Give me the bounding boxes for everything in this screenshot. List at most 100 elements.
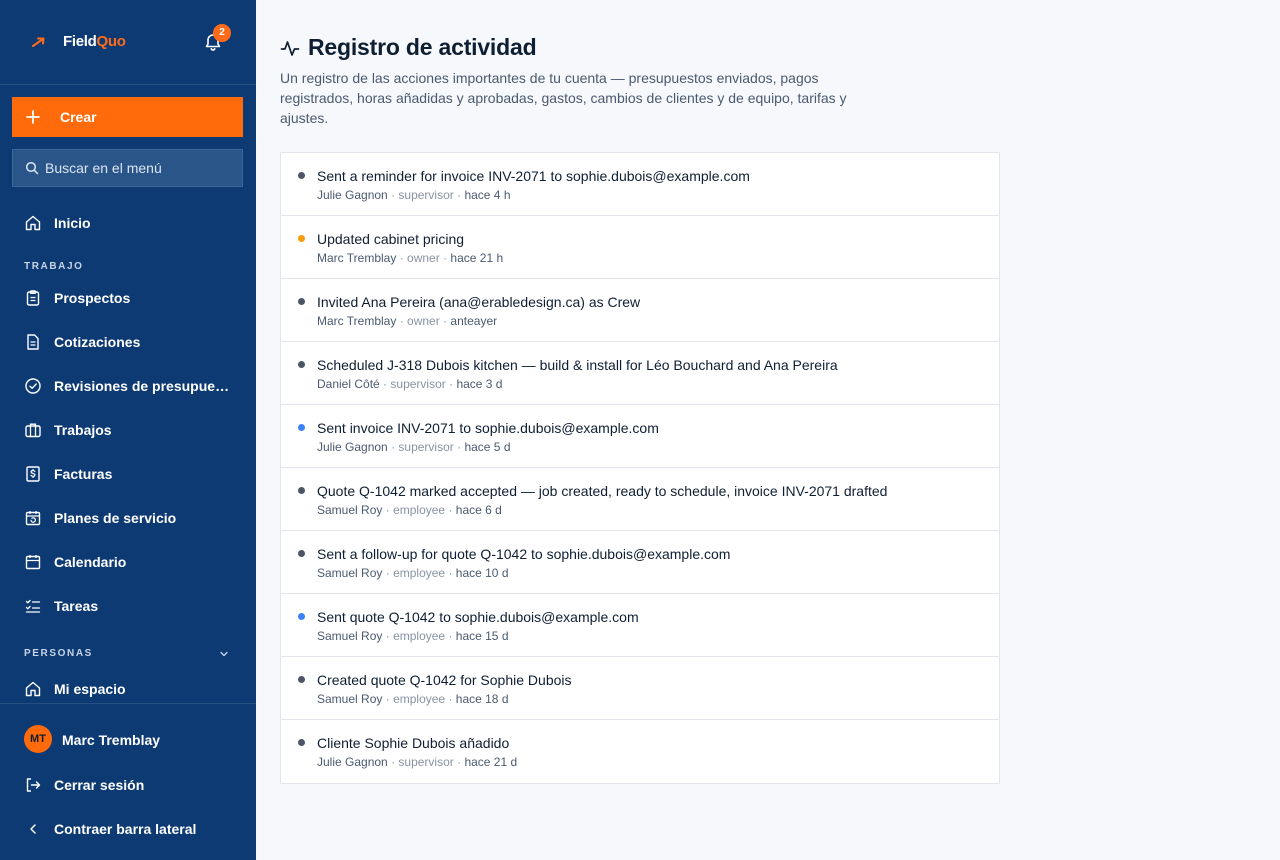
home-icon bbox=[25, 215, 41, 231]
brand-row: FieldQuo 2 bbox=[0, 0, 256, 85]
activity-item[interactable]: Created quote Q-1042 for Sophie Dubois S… bbox=[281, 657, 999, 720]
activity-meta: Julie Gagnon · supervisor · hace 5 d bbox=[317, 440, 511, 454]
activity-actor: Julie Gagnon bbox=[317, 755, 388, 769]
sidebar-item-quotes[interactable]: Cotizaciones bbox=[12, 322, 244, 362]
menu-search[interactable] bbox=[12, 149, 243, 187]
home-icon bbox=[25, 681, 41, 697]
notification-badge: 2 bbox=[213, 24, 231, 42]
activity-role: employee bbox=[393, 566, 446, 580]
activity-item[interactable]: Sent invoice INV-2071 to sophie.dubois@e… bbox=[281, 405, 999, 468]
activity-time: hace 18 d bbox=[455, 692, 509, 706]
chevron-down-icon[interactable] bbox=[218, 648, 230, 660]
search-icon bbox=[25, 161, 39, 175]
activity-time: hace 4 h bbox=[464, 188, 511, 202]
logout-button[interactable]: Cerrar sesión bbox=[12, 765, 244, 805]
activity-item[interactable]: Cliente Sophie Dubois añadido Julie Gagn… bbox=[281, 720, 999, 783]
activity-dot-icon bbox=[298, 172, 305, 179]
sidebar-item-prospects[interactable]: Prospectos bbox=[12, 278, 244, 318]
sidebar-item-label: Inicio bbox=[54, 215, 91, 231]
activity-role: employee bbox=[393, 629, 446, 643]
main-content: Registro de actividad Un registro de las… bbox=[256, 0, 1280, 860]
activity-time: hace 6 d bbox=[455, 503, 502, 517]
activity-meta: Samuel Roy · employee · hace 6 d bbox=[317, 503, 502, 517]
collapse-label: Contraer barra lateral bbox=[54, 821, 197, 837]
activity-text: Cliente Sophie Dubois añadido bbox=[317, 735, 510, 751]
activity-pulse-icon bbox=[280, 41, 300, 56]
document-icon bbox=[27, 334, 39, 350]
brand-logo[interactable]: FieldQuo bbox=[63, 33, 126, 50]
activity-item[interactable]: Scheduled J-318 Dubois kitchen — build &… bbox=[281, 342, 999, 405]
avatar[interactable]: MT bbox=[24, 725, 52, 753]
activity-time: hace 3 d bbox=[456, 377, 503, 391]
activity-role: supervisor bbox=[398, 188, 454, 202]
sidebar-item-quote-reviews[interactable]: Revisiones de presupuestos bbox=[12, 366, 244, 406]
sidebar-item-service-plans[interactable]: Planes de servicio bbox=[12, 498, 244, 538]
activity-actor: Samuel Roy bbox=[317, 503, 383, 517]
activity-actor: Marc Tremblay bbox=[317, 314, 397, 328]
sidebar-item-label: Cotizaciones bbox=[54, 334, 141, 350]
sidebar-item-home[interactable]: Inicio bbox=[12, 203, 244, 243]
activity-dot-icon bbox=[298, 235, 305, 242]
check-circle-icon bbox=[25, 378, 41, 394]
search-input[interactable] bbox=[45, 160, 235, 176]
activity-actor: Daniel Côté bbox=[317, 377, 380, 391]
plus-icon bbox=[26, 110, 40, 124]
activity-meta: Marc Tremblay · owner · hace 21 h bbox=[317, 251, 503, 265]
activity-actor: Samuel Roy bbox=[317, 629, 383, 643]
activity-dot-icon bbox=[298, 424, 305, 431]
meta-separator: · bbox=[399, 251, 408, 265]
meta-separator: · bbox=[448, 503, 456, 517]
activity-item[interactable]: Sent a follow-up for quote Q-1042 to sop… bbox=[281, 531, 999, 594]
activity-item[interactable]: Invited Ana Pereira (ana@erabledesign.ca… bbox=[281, 279, 999, 342]
activity-dot-icon bbox=[298, 487, 305, 494]
brand-prefix: Field bbox=[63, 33, 97, 50]
sidebar-item-tasks[interactable]: Tareas bbox=[12, 586, 244, 626]
activity-dot-icon bbox=[298, 298, 305, 305]
collapse-sidebar-button[interactable]: Contraer barra lateral bbox=[12, 809, 244, 849]
sidebar-item-label: Mi espacio bbox=[54, 681, 126, 697]
sidebar-item-label: Calendario bbox=[54, 554, 127, 570]
meta-separator: · bbox=[385, 566, 394, 580]
sidebar-item-label: Facturas bbox=[54, 466, 113, 482]
activity-actor: Julie Gagnon bbox=[317, 188, 388, 202]
activity-text: Created quote Q-1042 for Sophie Dubois bbox=[317, 672, 572, 688]
briefcase-icon bbox=[25, 423, 41, 438]
brand-accent: Quo bbox=[96, 33, 126, 50]
activity-item[interactable]: Sent a reminder for invoice INV-2071 to … bbox=[281, 153, 999, 216]
activity-item[interactable]: Sent quote Q-1042 to sophie.dubois@examp… bbox=[281, 594, 999, 657]
activity-actor: Samuel Roy bbox=[317, 692, 383, 706]
meta-separator: · bbox=[385, 629, 394, 643]
activity-role: owner bbox=[407, 314, 440, 328]
activity-role: supervisor bbox=[398, 440, 454, 454]
sidebar: FieldQuo 2 Crear Inicio TRABAJO Prospect… bbox=[0, 0, 256, 860]
create-button[interactable]: Crear bbox=[12, 97, 243, 137]
activity-text: Quote Q-1042 marked accepted — job creat… bbox=[317, 483, 888, 499]
sidebar-item-jobs[interactable]: Trabajos bbox=[12, 410, 244, 450]
activity-dot-icon bbox=[298, 550, 305, 557]
sidebar-item-label: Trabajos bbox=[54, 422, 112, 438]
sidebar-item-calendar[interactable]: Calendario bbox=[12, 542, 244, 582]
activity-text: Scheduled J-318 Dubois kitchen — build &… bbox=[317, 357, 838, 373]
section-label-people: PERSONAS bbox=[24, 648, 93, 659]
sidebar-item-label: Tareas bbox=[54, 598, 99, 614]
logo-arrow-icon bbox=[32, 37, 45, 47]
calendar-icon bbox=[25, 555, 41, 570]
activity-meta: Julie Gagnon · supervisor · hace 4 h bbox=[317, 188, 511, 202]
activity-meta: Samuel Roy · employee · hace 10 d bbox=[317, 566, 509, 580]
meta-separator: · bbox=[385, 503, 394, 517]
calendar-repeat-icon bbox=[25, 511, 41, 526]
user-name[interactable]: Marc Tremblay bbox=[62, 732, 160, 748]
activity-role: employee bbox=[393, 692, 446, 706]
page-description: Un registro de las acciones importantes … bbox=[280, 70, 847, 126]
activity-meta: Daniel Côté · supervisor · hace 3 d bbox=[317, 377, 502, 391]
activity-time: hace 21 d bbox=[464, 755, 518, 769]
activity-item[interactable]: Quote Q-1042 marked accepted — job creat… bbox=[281, 468, 999, 531]
activity-role: employee bbox=[393, 503, 446, 517]
sidebar-item-invoices[interactable]: Facturas bbox=[12, 454, 244, 494]
activity-role: owner bbox=[407, 251, 440, 265]
meta-separator: · bbox=[448, 566, 456, 580]
checklist-icon bbox=[25, 599, 41, 613]
meta-separator: · bbox=[399, 314, 408, 328]
meta-separator: · bbox=[448, 692, 456, 706]
activity-item[interactable]: Updated cabinet pricing Marc Tremblay · … bbox=[281, 216, 999, 279]
